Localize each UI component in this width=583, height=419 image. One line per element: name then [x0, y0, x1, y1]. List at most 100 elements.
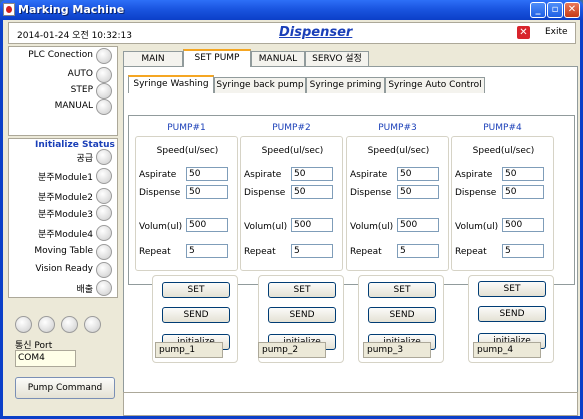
- dispense-input[interactable]: 50: [397, 185, 439, 199]
- pump-group-2: PUMP#2 Speed(ul/sec) Aspirate 50 Dispens…: [240, 123, 343, 271]
- tab-servo[interactable]: SERVO 설정: [305, 51, 369, 67]
- speed-label: Speed(ul/sec): [261, 146, 324, 156]
- close-icon: ✕: [517, 26, 530, 39]
- status-led: [96, 99, 112, 115]
- tab-manual[interactable]: MANUAL: [251, 51, 305, 67]
- exit-button[interactable]: ✕ Exite: [517, 25, 575, 41]
- status-label: 배출: [76, 285, 93, 295]
- subtab-syringe-back-pump[interactable]: Syringe back pump: [214, 77, 306, 93]
- repeat-input[interactable]: 5: [186, 244, 228, 258]
- status-row: 분주Module3: [9, 205, 117, 221]
- status-led: [96, 188, 112, 204]
- subtab-syringe-washing[interactable]: Syringe Washing: [128, 75, 214, 93]
- status-led: [96, 205, 112, 221]
- set-button[interactable]: SET: [368, 282, 436, 298]
- plc-connection-label: PLC Conection: [28, 50, 93, 60]
- minimize-button[interactable]: _: [530, 2, 546, 18]
- status-row: 분주Module2: [9, 188, 117, 204]
- dispense-input[interactable]: 50: [291, 185, 333, 199]
- repeat-label: Repeat: [350, 247, 382, 257]
- indicator-led: [15, 316, 32, 333]
- pump-name-label: pump_2: [258, 342, 326, 358]
- pump-title: PUMP#1: [167, 123, 206, 133]
- status-led: [96, 67, 112, 83]
- window-title: Marking Machine: [18, 3, 125, 16]
- status-row: Moving Table: [9, 244, 117, 260]
- status-led: [96, 225, 112, 241]
- subtab-syringe-auto-control[interactable]: Syringe Auto Control: [385, 77, 485, 93]
- status-row: 배출: [9, 280, 117, 296]
- aspirate-label: Aspirate: [139, 170, 177, 180]
- status-led: [96, 168, 112, 184]
- aspirate-input[interactable]: 50: [291, 167, 333, 181]
- mode-label: MANUAL: [54, 101, 93, 111]
- pump-command-button[interactable]: Pump Command: [15, 377, 115, 399]
- pump-title: PUMP#3: [378, 123, 417, 133]
- title-bar: Marking Machine _ ▫ ✕: [0, 0, 583, 20]
- set-button[interactable]: SET: [478, 281, 546, 297]
- status-row: Vision Ready: [9, 262, 117, 278]
- mode-row-manual: MANUAL: [9, 99, 117, 115]
- status-led: [96, 149, 112, 165]
- status-label: 공급: [76, 154, 93, 164]
- tab-main[interactable]: MAIN: [123, 51, 183, 67]
- dispense-input[interactable]: 50: [502, 185, 544, 199]
- aspirate-label: Aspirate: [350, 170, 388, 180]
- volum-input[interactable]: 500: [291, 218, 333, 232]
- subtab-syringe-priming[interactable]: Syringe priming: [306, 77, 385, 93]
- status-label: Moving Table: [34, 246, 93, 256]
- status-label: 분주Module1: [37, 173, 93, 183]
- plc-connection-led: [96, 48, 112, 64]
- volum-label: Volum(ul): [455, 222, 499, 232]
- volum-label: Volum(ul): [139, 222, 183, 232]
- pump-group-3: PUMP#3 Speed(ul/sec) Aspirate 50 Dispens…: [346, 123, 449, 271]
- volum-input[interactable]: 500: [502, 218, 544, 232]
- volum-input[interactable]: 500: [397, 218, 439, 232]
- pump-group-4: PUMP#4 Speed(ul/sec) Aspirate 50 Dispens…: [451, 123, 554, 271]
- send-button[interactable]: SEND: [478, 306, 546, 322]
- status-led: [96, 262, 112, 278]
- repeat-input[interactable]: 5: [502, 244, 544, 258]
- indicator-led: [38, 316, 55, 333]
- send-button[interactable]: SEND: [268, 307, 336, 323]
- dispense-label: Dispense: [139, 188, 181, 198]
- maximize-button[interactable]: ▫: [547, 2, 563, 18]
- repeat-label: Repeat: [139, 247, 171, 257]
- indicator-led: [61, 316, 78, 333]
- app-icon: [3, 3, 15, 16]
- aspirate-input[interactable]: 50: [186, 167, 228, 181]
- status-label: 분주Module3: [37, 210, 93, 220]
- status-led: [96, 83, 112, 99]
- set-button[interactable]: SET: [162, 282, 230, 298]
- aspirate-input[interactable]: 50: [502, 167, 544, 181]
- status-led: [96, 280, 112, 296]
- plc-connection-row: PLC Conection: [9, 48, 117, 64]
- aspirate-label: Aspirate: [455, 170, 493, 180]
- send-button[interactable]: SEND: [162, 307, 230, 323]
- dispense-label: Dispense: [350, 188, 392, 198]
- tab-set-pump[interactable]: SET PUMP: [183, 49, 251, 67]
- pump-settings-box: Speed(ul/sec) Aspirate 50 Dispense 50 Vo…: [346, 136, 449, 271]
- status-led: [96, 244, 112, 260]
- aspirate-input[interactable]: 50: [397, 167, 439, 181]
- log-box: [123, 392, 578, 416]
- plc-status-panel: PLC Conection AUTO STEP MANUAL: [8, 46, 118, 136]
- mode-label: STEP: [70, 85, 93, 95]
- status-label: 분주Module2: [37, 193, 93, 203]
- speed-label: Speed(ul/sec): [156, 146, 219, 156]
- status-row: 분주Module1: [9, 168, 117, 184]
- pump-name-label: pump_3: [363, 342, 431, 358]
- volum-label: Volum(ul): [350, 222, 394, 232]
- set-button[interactable]: SET: [268, 282, 336, 298]
- repeat-input[interactable]: 5: [397, 244, 439, 258]
- close-button[interactable]: ✕: [564, 2, 580, 18]
- send-button[interactable]: SEND: [368, 307, 436, 323]
- pump-group-1: PUMP#1 Speed(ul/sec) Aspirate 50 Dispens…: [135, 123, 238, 271]
- volum-input[interactable]: 500: [186, 218, 228, 232]
- dispense-input[interactable]: 50: [186, 185, 228, 199]
- repeat-label: Repeat: [455, 247, 487, 257]
- repeat-input[interactable]: 5: [291, 244, 333, 258]
- pump-settings-box: Speed(ul/sec) Aspirate 50 Dispense 50 Vo…: [135, 136, 238, 271]
- status-label: Vision Ready: [35, 264, 93, 274]
- pump-name-label: pump_4: [473, 342, 541, 358]
